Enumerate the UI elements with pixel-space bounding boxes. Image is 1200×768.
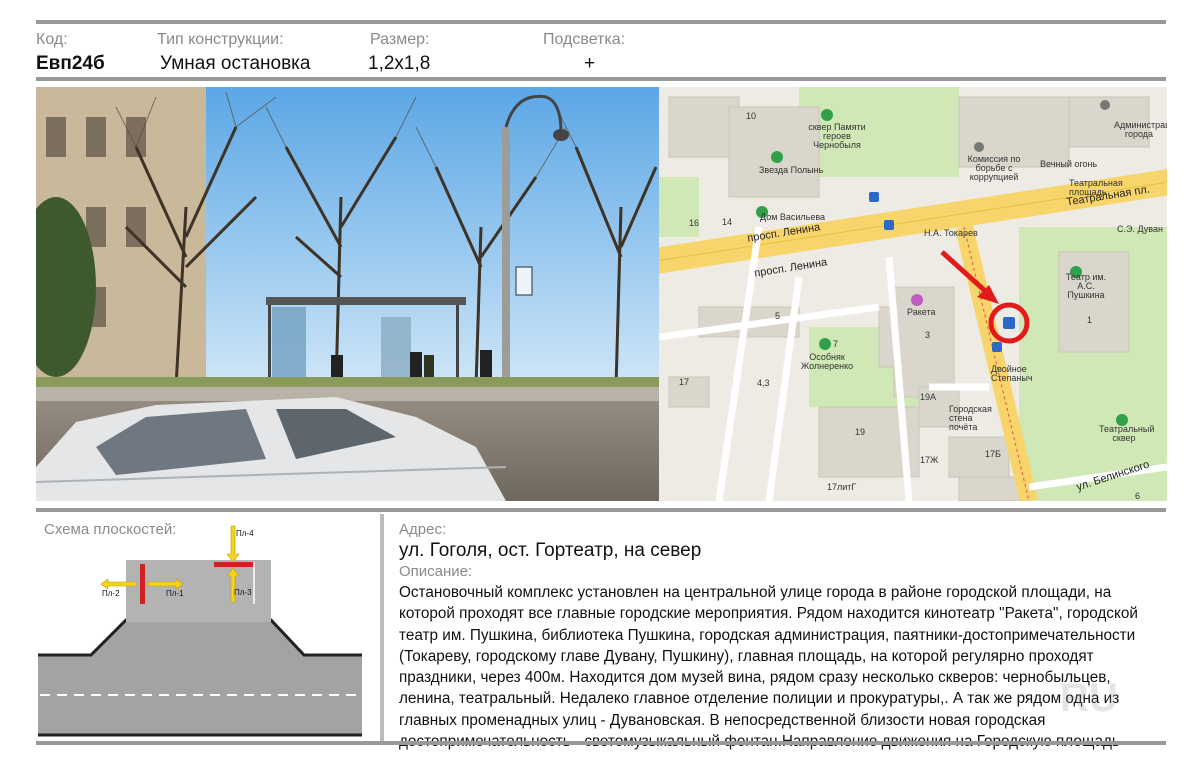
street-photo bbox=[36, 87, 659, 501]
poi-tokarev: Н.А. Токарев bbox=[924, 228, 978, 238]
street-photo-illustration bbox=[36, 87, 659, 501]
bottom-border bbox=[36, 741, 1166, 745]
house-number: 6 bbox=[1135, 491, 1141, 501]
poi-theatre: Театр им. А.С. Пушкина bbox=[1065, 272, 1107, 300]
description-label: Описание: bbox=[399, 563, 473, 580]
plane-label: Пл-4 bbox=[236, 529, 254, 538]
size-label: Размер: bbox=[370, 31, 430, 48]
poi-pochta: Городская стена почёта bbox=[949, 404, 992, 432]
description-text: Остановочный комплекс установлен на цент… bbox=[399, 584, 1138, 750]
lighting-label: Подсветка: bbox=[543, 31, 626, 48]
poi-dvoinoe: Двойное Степаныч bbox=[991, 364, 1033, 383]
poi-osobnyak: Особняк Жолнеренко bbox=[800, 352, 854, 371]
header-divider bbox=[36, 77, 1166, 81]
house-number: 16 bbox=[689, 218, 700, 228]
poi-commission: Комиссия по борьбе с коррупцией bbox=[967, 154, 1021, 182]
poi-teatralnaya-ploshad: Театральная площадь bbox=[1069, 178, 1123, 197]
house-number: 7 bbox=[833, 339, 839, 349]
house-number: 19 bbox=[855, 427, 866, 437]
code-value: Евп24б bbox=[36, 53, 105, 74]
house-number: 1 bbox=[1087, 315, 1093, 325]
house-number: 17 bbox=[679, 377, 690, 387]
poi-duvan: С.Э. Дуван bbox=[1117, 224, 1163, 234]
code-label: Код: bbox=[36, 31, 68, 48]
type-value: Умная остановка bbox=[160, 53, 311, 74]
lighting-value: + bbox=[584, 53, 596, 74]
poi-vechny-ogon: Вечный огонь bbox=[1040, 159, 1098, 169]
house-number: 4,3 bbox=[757, 378, 770, 388]
poi-dom-vasilyeva: Дом Васильева bbox=[760, 212, 826, 222]
poi-zvezda-polyn: Звезда Полынь bbox=[759, 165, 824, 175]
plane-label: Пл-3 bbox=[234, 588, 252, 597]
house-number: 17Ж bbox=[920, 455, 939, 465]
size-value: 1,2x1,8 bbox=[368, 53, 431, 74]
poi-skver-chernobyl: сквер Памяти героев Чернобыля bbox=[808, 122, 866, 150]
watermark: RU bbox=[1060, 676, 1118, 720]
house-number: 19А bbox=[920, 392, 937, 402]
middle-divider bbox=[36, 508, 1166, 512]
plane-label: Пл-2 bbox=[102, 589, 120, 598]
planes-schema: Пл-1 Пл-2 Пл-3 Пл-4 bbox=[36, 520, 366, 740]
type-label: Тип конструкции: bbox=[157, 31, 284, 48]
vertical-divider bbox=[380, 514, 384, 742]
house-number: 5 bbox=[775, 311, 781, 321]
top-border bbox=[36, 20, 1166, 24]
house-number: 3 bbox=[925, 330, 931, 340]
house-number: 17Б bbox=[985, 449, 1001, 459]
address-label: Адрес: bbox=[399, 521, 447, 538]
plane-label: Пл-1 bbox=[166, 589, 184, 598]
poi-teatralny-skver: Театральный сквер bbox=[1099, 424, 1155, 443]
address-value: ул. Гоголя, ост. Гортеатр, на север bbox=[399, 540, 702, 561]
location-map[interactable]: просп. Ленина просп. Ленина Театральная … bbox=[659, 87, 1167, 501]
house-number: 10 bbox=[746, 111, 757, 121]
house-number: 17литГ bbox=[827, 482, 857, 492]
house-number: 14 bbox=[722, 217, 733, 227]
poi-administration: Администрация города bbox=[1114, 120, 1167, 139]
poi-raketa: Ракета bbox=[907, 307, 936, 317]
